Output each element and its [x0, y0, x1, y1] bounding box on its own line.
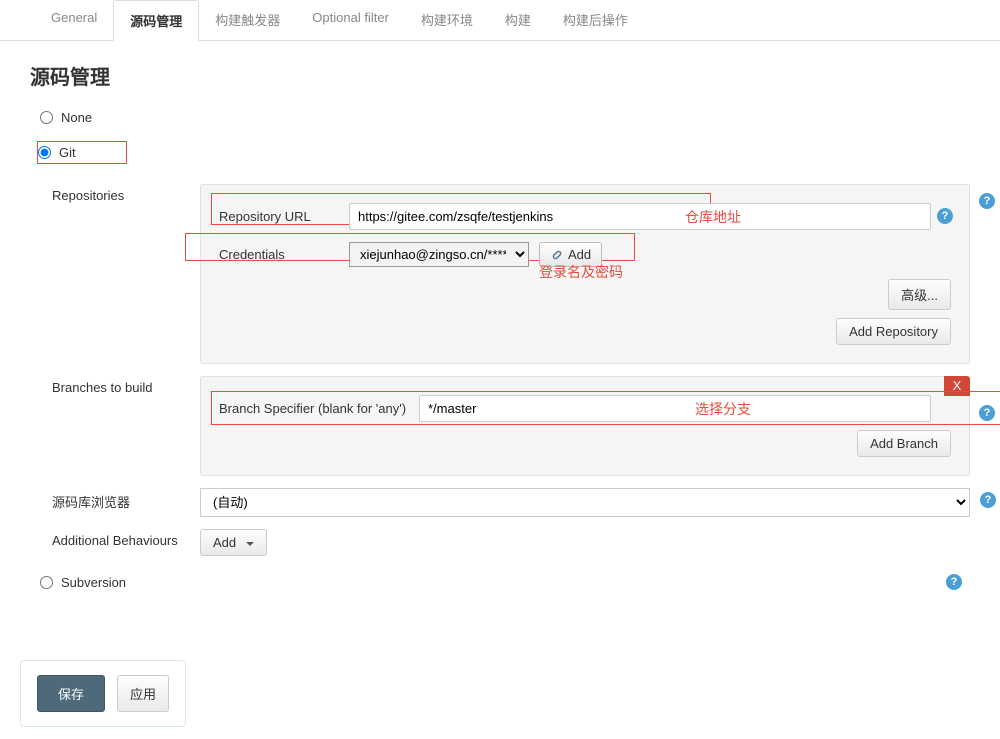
scm-git-label: Git — [59, 145, 76, 160]
scm-subversion-option[interactable]: Subversion ? — [40, 574, 970, 590]
add-branch-button[interactable]: Add Branch — [857, 430, 951, 457]
branch-annotation: 选择分支 — [695, 399, 751, 419]
tab-triggers[interactable]: 构建触发器 — [199, 0, 296, 40]
save-button[interactable]: 保存 — [37, 675, 105, 712]
tab-build[interactable]: 构建 — [489, 0, 547, 40]
delete-branch-button[interactable]: X — [944, 376, 970, 396]
branch-specifier-input[interactable] — [419, 395, 931, 422]
repository-url-input[interactable] — [349, 203, 931, 230]
branch-specifier-label: Branch Specifier (blank for 'any') — [219, 401, 419, 416]
config-tabs: General 源码管理 构建触发器 Optional filter 构建环境 … — [0, 0, 1000, 41]
scm-none-radio[interactable] — [40, 111, 53, 124]
tab-optional-filter[interactable]: Optional filter — [296, 0, 405, 40]
repositories-label: Repositories — [30, 184, 200, 203]
repo-browser-label: 源码库浏览器 — [30, 488, 200, 511]
chevron-down-icon — [246, 542, 254, 546]
tab-scm[interactable]: 源码管理 — [113, 0, 199, 41]
scm-none-label: None — [61, 110, 92, 125]
repo-browser-select[interactable]: (自动) — [200, 488, 970, 517]
scm-git-radio[interactable] — [38, 146, 51, 159]
scm-subversion-label: Subversion — [61, 575, 126, 590]
branches-help-icon[interactable]: ? — [979, 405, 995, 421]
subversion-help-icon[interactable]: ? — [946, 574, 962, 590]
tab-post-build[interactable]: 构建后操作 — [547, 0, 644, 40]
scm-none-option[interactable]: None — [40, 110, 970, 125]
repo-url-annotation: 仓库地址 — [685, 207, 741, 227]
scm-git-option[interactable]: Git — [37, 141, 127, 164]
additional-behaviours-label: Additional Behaviours — [30, 529, 200, 548]
branches-panel: X ? Branch Specifier (blank for 'any') 选… — [200, 376, 970, 476]
repositories-panel: ? Repository URL 仓库地址 ? Credentials xiej… — [200, 184, 970, 364]
advanced-button[interactable]: 高级... — [888, 279, 951, 310]
footer: 保存 应用 — [0, 648, 1000, 739]
credentials-label: Credentials — [219, 247, 349, 262]
tab-general[interactable]: General — [35, 0, 113, 40]
tab-build-env[interactable]: 构建环境 — [405, 0, 489, 40]
credentials-annotation: 登录名及密码 — [539, 262, 623, 282]
branches-label: Branches to build — [30, 376, 200, 395]
repository-url-help-icon[interactable]: ? — [937, 208, 953, 224]
add-behaviour-button[interactable]: Add — [200, 529, 267, 556]
section-title: 源码管理 — [30, 61, 970, 90]
apply-button[interactable]: 应用 — [117, 675, 169, 712]
repository-url-label: Repository URL — [219, 209, 349, 224]
repo-browser-help-icon[interactable]: ? — [980, 492, 996, 508]
repositories-help-icon[interactable]: ? — [979, 193, 995, 209]
key-icon — [552, 249, 563, 260]
scm-subversion-radio[interactable] — [40, 576, 53, 589]
add-repository-button[interactable]: Add Repository — [836, 318, 951, 345]
credentials-select[interactable]: xiejunhao@zingso.cn/**** — [349, 242, 529, 267]
